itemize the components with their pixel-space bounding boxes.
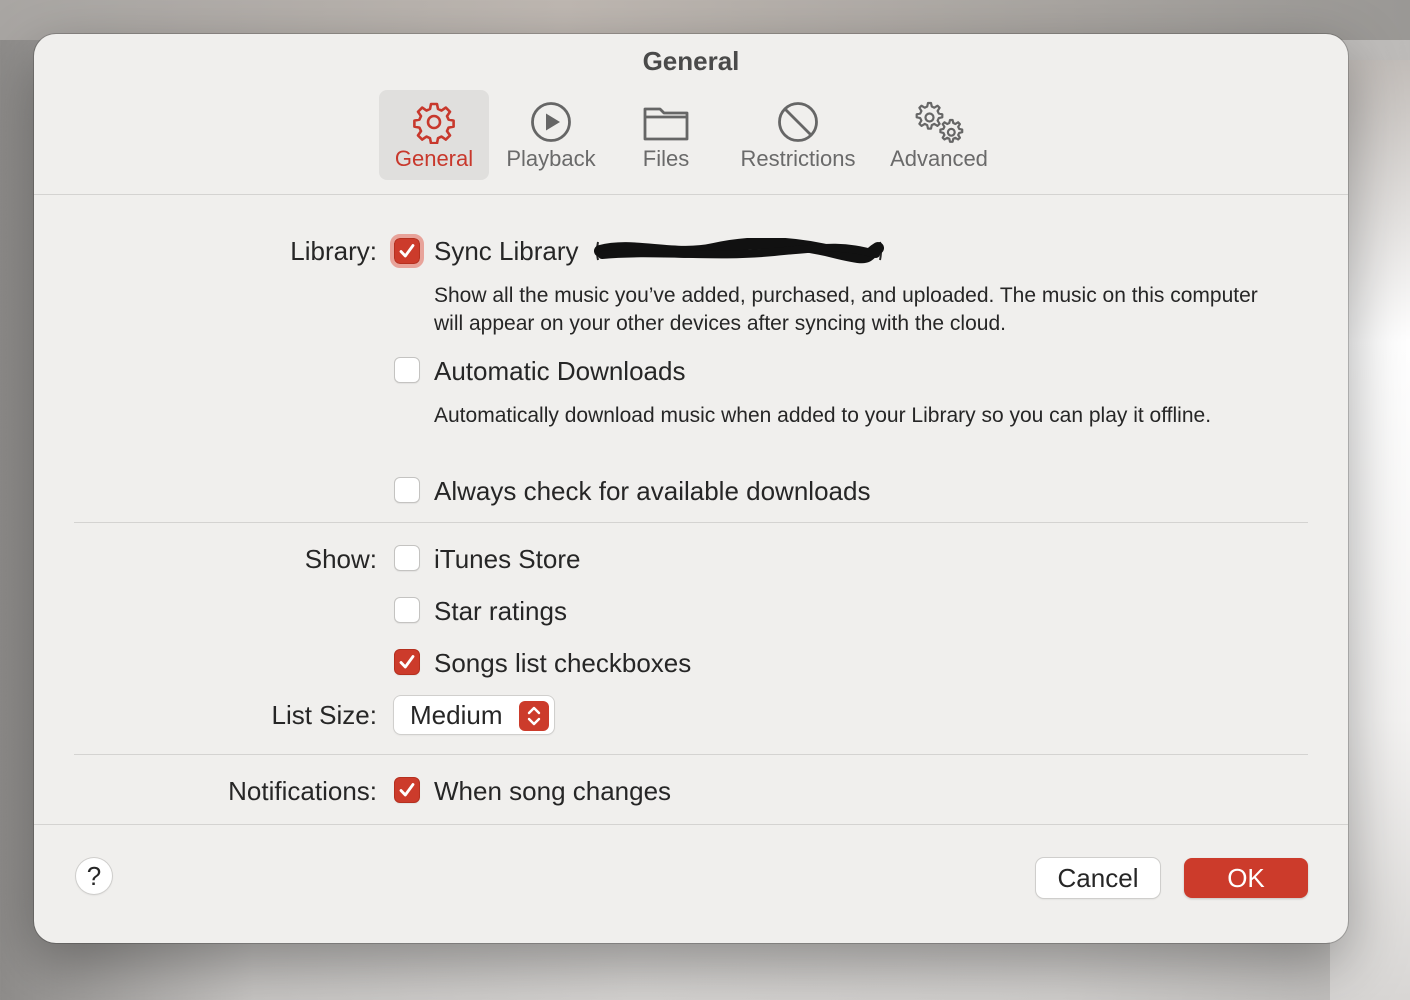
always-check-downloads-label: Always check for available downloads xyxy=(434,476,871,506)
songs-list-checkboxes-label: Songs list checkboxes xyxy=(434,648,692,678)
help-button[interactable]: ? xyxy=(76,858,112,894)
gears-icon xyxy=(910,100,968,144)
checkmark-icon xyxy=(399,783,415,797)
up-down-chevron-icon xyxy=(519,701,549,731)
redacted-account-email xyxy=(594,237,884,264)
sync-library-description: Show all the music you’ve added, purchas… xyxy=(434,284,1258,335)
tab-files-label: Files xyxy=(642,146,690,171)
sync-library-checkbox[interactable] xyxy=(390,234,424,268)
list-size-select[interactable]: Medium xyxy=(394,696,554,734)
folder-icon xyxy=(642,100,690,144)
star-ratings-label: Star ratings xyxy=(434,596,567,626)
tab-advanced[interactable]: Advanced xyxy=(882,90,996,180)
list-size-label: List Size: xyxy=(271,700,378,730)
sync-library-label: Sync Library xyxy=(434,236,579,266)
prohibited-icon xyxy=(776,100,820,144)
automatic-downloads-description: Automatically download music when added … xyxy=(434,404,1212,427)
tab-playback[interactable]: Playback xyxy=(496,90,606,180)
star-ratings-checkbox[interactable] xyxy=(394,597,420,623)
tab-advanced-label: Advanced xyxy=(890,146,988,171)
tab-general-label: General xyxy=(394,146,474,171)
tab-general[interactable]: General xyxy=(379,90,489,180)
gear-icon xyxy=(412,100,456,144)
list-size-value: Medium xyxy=(410,700,503,730)
toolbar-divider xyxy=(34,194,1348,195)
show-label: Show: xyxy=(304,544,377,574)
itunes-store-label: iTunes Store xyxy=(434,544,581,574)
window-title: General xyxy=(642,46,740,76)
checkmark-icon xyxy=(399,244,415,258)
tab-restrictions[interactable]: Restrictions xyxy=(732,90,864,180)
automatic-downloads-checkbox[interactable] xyxy=(394,357,420,383)
notifications-label: Notifications: xyxy=(228,776,377,806)
cancel-button[interactable]: Cancel xyxy=(1036,858,1160,898)
footer-divider xyxy=(34,824,1348,825)
section-divider xyxy=(74,754,1308,755)
preferences-window: General General Playback Files Restricti… xyxy=(34,34,1348,943)
tab-restrictions-label: Restrictions xyxy=(740,146,856,171)
songs-list-checkboxes-checkbox[interactable] xyxy=(394,649,420,675)
library-label: Library: xyxy=(290,236,377,266)
tab-playback-label: Playback xyxy=(506,146,596,171)
when-song-changes-label: When song changes xyxy=(434,776,672,806)
automatic-downloads-label: Automatic Downloads xyxy=(434,356,686,386)
section-divider xyxy=(74,522,1308,523)
checkmark-icon xyxy=(399,655,415,669)
itunes-store-checkbox[interactable] xyxy=(394,545,420,571)
when-song-changes-checkbox[interactable] xyxy=(394,777,420,803)
tab-files[interactable]: Files xyxy=(619,90,713,180)
ok-button[interactable]: OK xyxy=(1184,858,1308,898)
play-circle-icon xyxy=(529,100,573,144)
always-check-downloads-checkbox[interactable] xyxy=(394,477,420,503)
